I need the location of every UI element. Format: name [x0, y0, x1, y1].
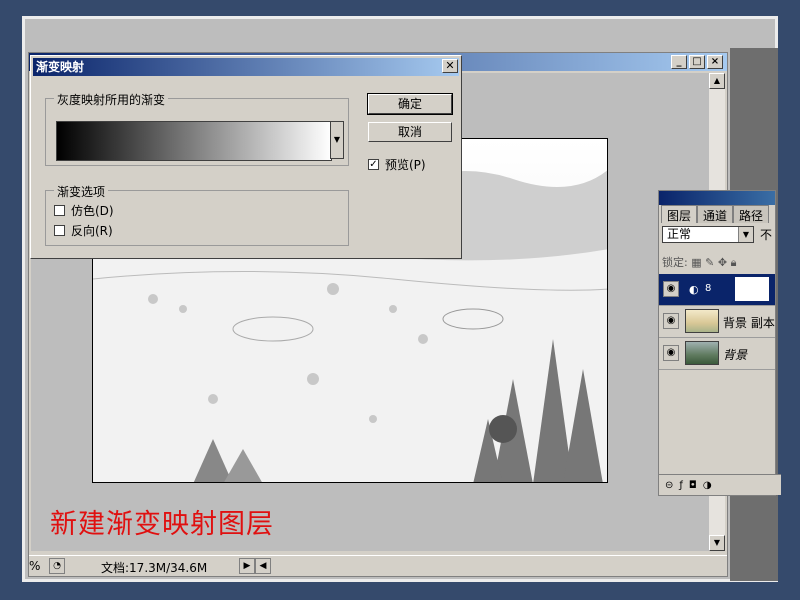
link-layers-icon[interactable]: ⊝ — [665, 480, 673, 491]
slide-caption: 新建渐变映射图层 — [50, 509, 274, 540]
link-icon: 8 — [705, 283, 712, 294]
scroll-left-icon[interactable]: ◀ — [255, 558, 271, 574]
tab-channels[interactable]: 通道 — [697, 205, 734, 223]
layer-name: 背景 副本 — [723, 316, 775, 330]
layers-panel: 图层 通道 路径 正常 ▼ 不 锁定: ▦ ✎ ✥ 🔒︎ ◉ ◐ 8 ◉ 背景 … — [658, 190, 781, 496]
document-size: 文档:17.3M/34.6M — [101, 561, 208, 575]
lock-move-icon[interactable]: ✥ — [718, 256, 727, 269]
layer-row-background[interactable]: ◉ 背景 — [659, 338, 775, 370]
lock-all-icon[interactable]: 🔒︎ — [731, 256, 737, 269]
opacity-label: 不 — [760, 228, 773, 242]
layer-name: 背景 — [723, 348, 748, 362]
reverse-checkbox[interactable]: 反向(R) — [54, 222, 113, 239]
reverse-checkbox-box[interactable] — [54, 225, 65, 236]
options-group-label: 渐变选项 — [54, 183, 109, 200]
status-menu-icon[interactable]: ◔ — [49, 558, 65, 574]
layer-row-adjustment[interactable]: ◉ ◐ 8 — [659, 274, 775, 306]
status-bar: % ◔ 文档:17.3M/34.6M ▶ ◀ — [29, 555, 727, 576]
layer-thumbnail — [685, 341, 719, 365]
layers-panel-titlebar[interactable] — [659, 191, 775, 205]
eye-icon[interactable]: ◉ — [663, 281, 679, 297]
gradient-group: 灰度映射所用的渐变 ▼ — [45, 91, 349, 166]
cancel-button[interactable]: 取消 — [368, 122, 452, 142]
maximize-icon[interactable]: □ — [689, 55, 705, 69]
reverse-label: 反向(R) — [71, 224, 113, 238]
zoom-field[interactable]: % — [29, 559, 40, 573]
status-arrow-icon[interactable]: ▶ — [239, 558, 255, 574]
layer-style-icon[interactable]: ƒ — [679, 480, 683, 491]
dither-checkbox-box[interactable] — [54, 205, 65, 216]
dialog-close-icon[interactable]: ✕ — [442, 59, 458, 73]
new-adjustment-icon[interactable]: ◑ — [703, 480, 712, 491]
minimize-icon[interactable]: _ — [671, 55, 687, 69]
lock-brush-icon[interactable]: ✎ — [705, 256, 714, 269]
lock-label: 锁定: — [662, 256, 688, 269]
preview-checkbox[interactable]: ✓ 预览(P) — [368, 156, 426, 173]
eye-icon[interactable]: ◉ — [663, 345, 679, 361]
gradient-map-dialog: 渐变映射 ✕ 灰度映射所用的渐变 ▼ 渐变选项 仿色(D) 反向(R) 确定 取… — [30, 55, 462, 259]
layers-panel-tabs: 图层 通道 路径 — [661, 205, 770, 223]
blend-mode-value: 正常 — [667, 227, 692, 241]
layer-mask-thumbnail — [735, 277, 769, 301]
layer-thumbnail — [685, 309, 719, 333]
scroll-up-icon[interactable]: ▲ — [709, 73, 725, 89]
adjustment-layer-icon: ◐ — [689, 283, 699, 296]
tab-paths[interactable]: 路径 — [733, 205, 770, 223]
close-icon[interactable]: × — [707, 55, 723, 69]
dither-label: 仿色(D) — [71, 204, 114, 218]
add-mask-icon[interactable]: ◘ — [689, 480, 697, 491]
preview-checkbox-box[interactable]: ✓ — [368, 159, 379, 170]
blend-mode-select[interactable]: 正常 ▼ — [662, 226, 754, 243]
lock-row: 锁定: ▦ ✎ ✥ 🔒︎ — [662, 254, 736, 270]
layer-row-background-copy[interactable]: ◉ 背景 副本 — [659, 306, 775, 338]
gradient-options-group: 渐变选项 仿色(D) 反向(R) — [45, 183, 349, 246]
gradient-group-label: 灰度映射所用的渐变 — [54, 91, 169, 108]
preview-label: 预览(P) — [385, 158, 426, 172]
layers-panel-footer: ⊝ ƒ ◘ ◑ — [659, 474, 781, 495]
gradient-preview[interactable] — [56, 121, 332, 161]
dialog-title: 渐变映射 — [33, 58, 459, 76]
scroll-down-icon[interactable]: ▼ — [709, 535, 725, 551]
lock-transparency-icon[interactable]: ▦ — [691, 256, 701, 269]
eye-icon[interactable]: ◉ — [663, 313, 679, 329]
ok-button[interactable]: 确定 — [367, 93, 453, 115]
tab-layers[interactable]: 图层 — [661, 205, 698, 223]
chevron-down-icon[interactable]: ▼ — [738, 227, 753, 242]
gradient-dropdown-icon[interactable]: ▼ — [330, 121, 344, 159]
dither-checkbox[interactable]: 仿色(D) — [54, 202, 114, 219]
